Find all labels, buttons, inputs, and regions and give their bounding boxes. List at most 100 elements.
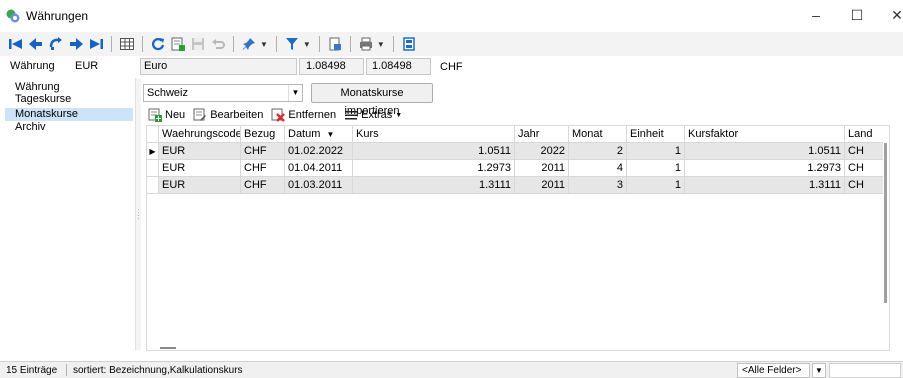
save-icon[interactable] xyxy=(188,34,208,54)
cell-kurs[interactable]: 1.0511 xyxy=(353,143,515,160)
toolbar-separator xyxy=(111,36,112,52)
print-dropdown-icon[interactable]: ▼ xyxy=(377,40,385,49)
first-record-icon[interactable] xyxy=(6,34,26,54)
print-icon[interactable] xyxy=(356,34,376,54)
cell-kurs[interactable]: 1.3111 xyxy=(353,177,515,194)
cell-kursfaktor[interactable]: 1.2973 xyxy=(685,160,845,177)
filter-dropdown-icon[interactable]: ▼ xyxy=(303,40,311,49)
cell-datum[interactable]: 01.04.2011 xyxy=(285,160,353,177)
edit-button-label: Bearbeiten xyxy=(210,109,264,121)
jump-record-icon[interactable] xyxy=(46,34,66,54)
status-divider xyxy=(66,364,67,376)
edit-button[interactable]: Bearbeiten xyxy=(193,108,263,122)
document-lookup-icon[interactable] xyxy=(325,34,345,54)
new-button[interactable]: Neu xyxy=(148,108,185,122)
cell-einheit[interactable]: 1 xyxy=(627,143,685,160)
col-header-datum[interactable]: Datum ▼ xyxy=(285,126,353,143)
remove-button[interactable]: Entfernen xyxy=(271,108,336,122)
currency-name-field[interactable]: Euro xyxy=(140,58,297,75)
cell-kursfaktor[interactable]: 1.0511 xyxy=(685,143,845,160)
col-header-monat[interactable]: Monat xyxy=(569,126,627,143)
col-header-kurs[interactable]: Kurs xyxy=(353,126,515,143)
col-header-einheit[interactable]: Einheit xyxy=(627,126,685,143)
vertical-scrollbar[interactable] xyxy=(884,143,887,303)
close-icon: ✕ xyxy=(891,6,903,23)
cell-datum[interactable]: 01.03.2011 xyxy=(285,177,353,194)
cell-einheit[interactable]: 1 xyxy=(627,177,685,194)
cell-jahr[interactable]: 2011 xyxy=(515,160,569,177)
import-monthly-rates-button[interactable]: Monatskurse importieren xyxy=(311,83,433,117)
status-bar: 15 Einträge sortiert: Bezeichnung,Kalkul… xyxy=(0,361,903,378)
search-input[interactable] xyxy=(829,363,901,378)
pin-dropdown-icon[interactable]: ▼ xyxy=(260,40,268,49)
chevron-down-icon[interactable]: ▼ xyxy=(812,363,826,378)
sidebar-item-monatskurse[interactable]: Monatskurse xyxy=(5,108,133,121)
rate-field-1[interactable]: 1.08498 xyxy=(299,58,364,75)
col-header-datum-label: Datum xyxy=(288,128,321,140)
currency-code-field[interactable]: EUR xyxy=(70,58,134,75)
table-row[interactable]: EUR CHF 01.04.2011 1.2973 2011 4 1 1.297… xyxy=(147,160,889,177)
toolbar-separator xyxy=(233,36,234,52)
cell-kursfaktor[interactable]: 1.3111 xyxy=(685,177,845,194)
sidebar-item-archiv[interactable]: Archiv xyxy=(5,122,133,133)
toolbar-separator xyxy=(349,36,351,52)
search-field-select[interactable]: <Alle Felder> xyxy=(737,363,810,378)
next-record-icon[interactable] xyxy=(66,34,86,54)
cell-land[interactable]: CH xyxy=(845,177,883,194)
pin-icon[interactable] xyxy=(239,34,259,54)
base-currency-label: CHF xyxy=(440,61,463,73)
sidebar-item-waehrung[interactable]: Währung xyxy=(5,82,133,93)
hamburger-icon xyxy=(345,111,358,120)
extras-menu[interactable]: Extras ▼ xyxy=(344,108,402,122)
country-select-value: Schweiz xyxy=(147,87,188,99)
country-select[interactable]: Schweiz ▼ xyxy=(143,84,303,102)
form-layout-icon[interactable] xyxy=(399,34,419,54)
rate-field-2[interactable]: 1.08498 xyxy=(366,58,431,75)
cell-bezug[interactable]: CHF xyxy=(241,177,285,194)
filter-icon[interactable] xyxy=(282,34,302,54)
extras-menu-label: Extras xyxy=(361,109,393,121)
row-indicator-cell xyxy=(147,177,159,194)
toolbar-separator xyxy=(318,36,320,52)
last-record-icon[interactable] xyxy=(86,34,106,54)
add-record-icon xyxy=(148,108,162,122)
chevron-down-icon[interactable]: ▼ xyxy=(288,85,302,101)
close-button[interactable]: ✕ xyxy=(874,0,903,30)
cell-jahr[interactable]: 2011 xyxy=(515,177,569,194)
table-row[interactable]: EUR CHF 01.03.2011 1.3111 2011 3 1 1.311… xyxy=(147,177,889,194)
col-header-land[interactable]: Land xyxy=(845,126,883,143)
cell-einheit[interactable]: 1 xyxy=(627,160,685,177)
table-row[interactable]: ▶ EUR CHF 01.02.2022 1.0511 2022 2 1 1.0… xyxy=(147,143,889,160)
cell-bezug[interactable]: CHF xyxy=(241,143,285,160)
title-bar: Währungen – ☐ ✕ xyxy=(0,0,903,30)
minimize-button[interactable]: – xyxy=(793,0,839,30)
cell-bezug[interactable]: CHF xyxy=(241,160,285,177)
splitter-grip-icon: · · · · xyxy=(137,205,140,223)
cell-monat[interactable]: 3 xyxy=(569,177,627,194)
sort-status: sortiert: Bezeichnung,Kalkulationskurs xyxy=(73,365,243,376)
cell-waehrungscode[interactable]: EUR xyxy=(159,143,241,160)
refresh-icon[interactable] xyxy=(148,34,168,54)
cell-monat[interactable]: 4 xyxy=(569,160,627,177)
cell-jahr[interactable]: 2022 xyxy=(515,143,569,160)
col-header-bezug[interactable]: Bezug xyxy=(241,126,285,143)
table-view-icon[interactable] xyxy=(117,34,137,54)
delete-record-icon xyxy=(271,108,286,122)
col-header-jahr[interactable]: Jahr xyxy=(515,126,569,143)
undo-icon[interactable] xyxy=(208,34,228,54)
cell-land[interactable]: CH xyxy=(845,143,883,160)
monthly-rates-grid: Waehrungscode Bezug Datum ▼ Kurs Jahr Mo… xyxy=(146,125,890,351)
cell-waehrungscode[interactable]: EUR xyxy=(159,160,241,177)
sidebar-item-tageskurse[interactable]: Tageskurse xyxy=(5,94,133,105)
previous-record-icon[interactable] xyxy=(26,34,46,54)
col-header-kursfaktor[interactable]: Kursfaktor xyxy=(685,126,845,143)
cell-kurs[interactable]: 1.2973 xyxy=(353,160,515,177)
col-header-waehrungscode[interactable]: Waehrungscode xyxy=(159,126,241,143)
cell-land[interactable]: CH xyxy=(845,160,883,177)
new-record-icon[interactable] xyxy=(168,34,188,54)
horizontal-scrollbar[interactable] xyxy=(160,347,176,349)
cell-datum[interactable]: 01.02.2022 xyxy=(285,143,353,160)
toolbar-separator xyxy=(142,36,143,52)
cell-waehrungscode[interactable]: EUR xyxy=(159,177,241,194)
cell-monat[interactable]: 2 xyxy=(569,143,627,160)
